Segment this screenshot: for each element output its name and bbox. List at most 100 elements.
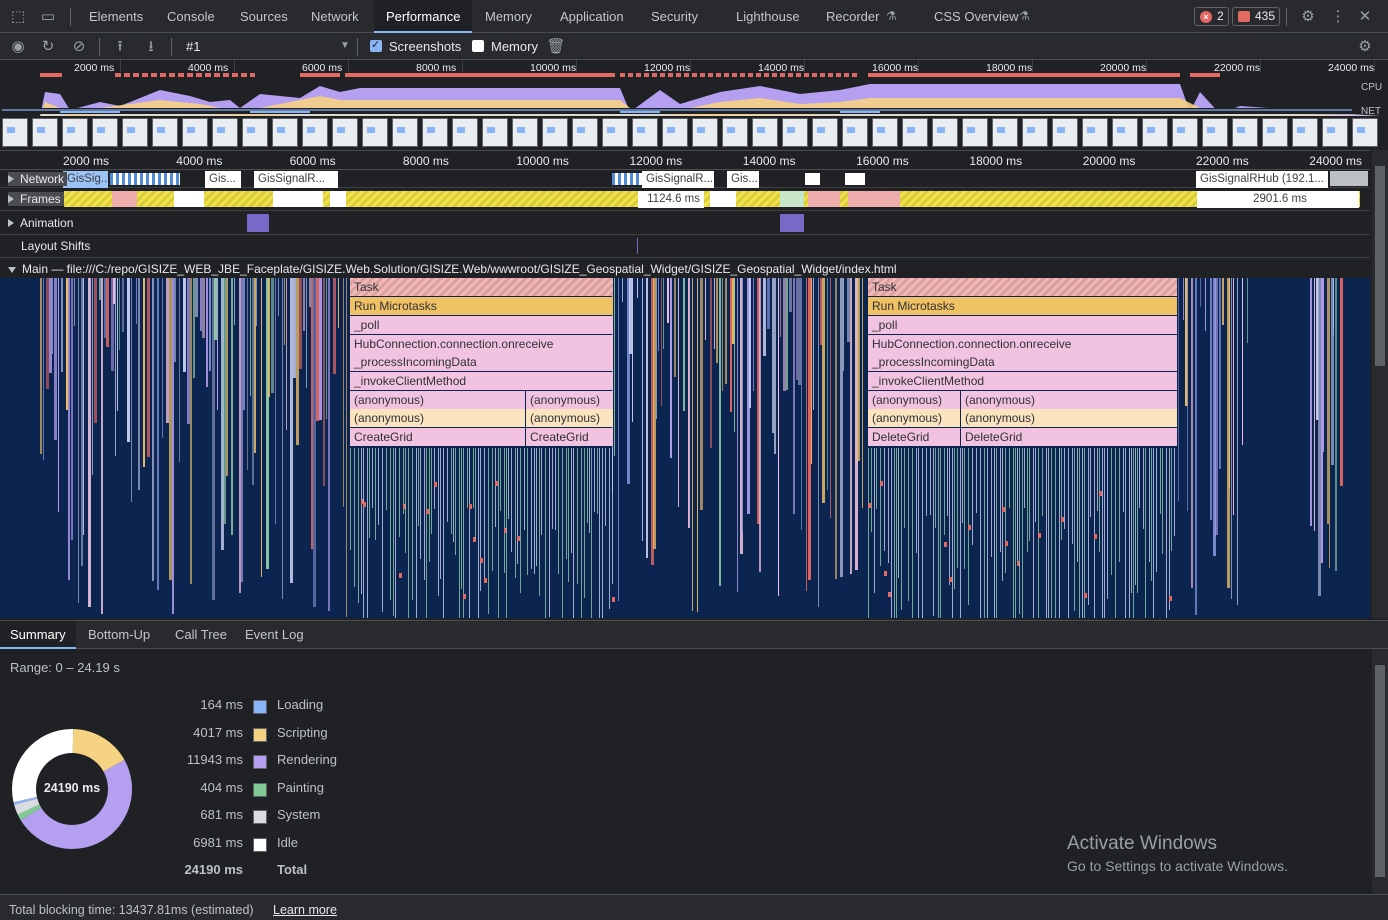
screenshot-thumbnail[interactable] (2, 118, 28, 147)
tab-css-overview[interactable]: CSS Overview (934, 0, 1019, 33)
tab-call-tree[interactable]: Call Tree (165, 621, 237, 649)
flame-anonymous[interactable]: (anonymous) (350, 391, 526, 409)
animation-block[interactable] (247, 214, 269, 232)
screenshot-thumbnail[interactable] (602, 118, 628, 147)
flame-poll[interactable]: _poll (350, 316, 614, 334)
animation-block[interactable] (780, 214, 804, 232)
network-track[interactable]: GisSig... Gis... GisSignalR... GisSignal… (0, 170, 1370, 188)
learn-more-link[interactable]: Learn more (273, 903, 337, 917)
screenshot-thumbnail[interactable] (182, 118, 208, 147)
flame-anonymous[interactable]: (anonymous) (526, 409, 614, 427)
flame-run-microtasks[interactable]: Run Microtasks (350, 297, 614, 315)
main-track-label[interactable]: Main — file:///C:/repo/GISIZE_WEB_JBE_Fa… (8, 262, 897, 276)
inspect-element-icon[interactable]: ⬚ (8, 7, 28, 27)
flame-poll[interactable]: _poll (868, 316, 1178, 334)
screenshot-thumbnail[interactable] (1232, 118, 1258, 147)
screenshot-thumbnail[interactable] (32, 118, 58, 147)
flame-anonymous[interactable]: (anonymous) (350, 409, 526, 427)
flame-anonymous[interactable]: (anonymous) (961, 409, 1178, 427)
error-count-badge[interactable]: × 2 (1194, 7, 1229, 26)
timeline-overview[interactable]: 2000 ms 4000 ms 6000 ms 8000 ms 10000 ms 1200… (0, 60, 1388, 148)
screenshot-thumbnail[interactable] (992, 118, 1018, 147)
close-icon[interactable]: ✕ (1355, 7, 1375, 27)
screenshot-thumbnail[interactable] (1022, 118, 1048, 147)
network-request-bar[interactable]: Gis... (205, 171, 241, 188)
screenshot-thumbnail[interactable] (512, 118, 538, 147)
flame-invoke-client-method[interactable]: _invokeClientMethod (350, 372, 614, 390)
screenshot-thumbnail[interactable] (212, 118, 238, 147)
flame-anonymous[interactable]: (anonymous) (526, 391, 614, 409)
main-thread-flame-chart[interactable]: Task Run Microtasks _poll HubConnection.… (0, 278, 1370, 618)
tracks-scrollbar[interactable] (1372, 150, 1388, 618)
network-request-bar[interactable]: GisSig... (63, 171, 108, 188)
memory-checkbox[interactable] (472, 40, 484, 52)
screenshot-thumbnail[interactable] (542, 118, 568, 147)
frame-duration[interactable]: 1124.6 ms (638, 191, 704, 208)
flame-hub-onreceive[interactable]: HubConnection.connection.onreceive (868, 335, 1178, 353)
flame-process-incoming-data[interactable]: _processIncomingData (868, 353, 1178, 371)
tab-bottom-up[interactable]: Bottom-Up (78, 621, 160, 649)
flame-task[interactable]: Task (350, 278, 614, 296)
screenshot-thumbnail[interactable] (872, 118, 898, 147)
clear-icon[interactable]: ⊘ (69, 37, 89, 57)
summary-scrollbar[interactable] (1372, 649, 1388, 894)
tab-event-log[interactable]: Event Log (235, 621, 314, 649)
screenshot-thumbnail[interactable] (1112, 118, 1138, 147)
screenshot-thumbnail[interactable] (1352, 118, 1378, 147)
tab-security[interactable]: Security (651, 0, 698, 33)
screenshot-thumbnail[interactable] (152, 118, 178, 147)
animation-track[interactable] (0, 210, 1370, 234)
flame-hub-onreceive[interactable]: HubConnection.connection.onreceive (350, 335, 614, 353)
screenshot-thumbnail[interactable] (842, 118, 868, 147)
screenshot-thumbnail[interactable] (962, 118, 988, 147)
tab-elements[interactable]: Elements (89, 0, 143, 33)
screenshot-thumbnail[interactable] (302, 118, 328, 147)
record-icon[interactable]: ◉ (8, 37, 28, 57)
screenshot-thumbnail[interactable] (932, 118, 958, 147)
flame-process-incoming-data[interactable]: _processIncomingData (350, 353, 614, 371)
screenshot-thumbnail[interactable] (1052, 118, 1078, 147)
tab-application[interactable]: Application (560, 0, 624, 33)
screenshot-thumbnail[interactable] (692, 118, 718, 147)
garbage-collect-icon[interactable]: 🗑 (546, 37, 566, 57)
flame-delete-grid[interactable]: DeleteGrid (961, 428, 1178, 446)
screenshot-thumbnail[interactable] (1262, 118, 1288, 147)
screenshot-thumbnail[interactable] (422, 118, 448, 147)
upload-profile-icon[interactable]: ⭱ (110, 37, 130, 57)
screenshot-thumbnail[interactable] (572, 118, 598, 147)
flame-anonymous[interactable]: (anonymous) (868, 409, 961, 427)
frames-track-label[interactable]: Frames (8, 192, 64, 206)
download-profile-icon[interactable]: ⭳ (141, 37, 161, 57)
flame-create-grid[interactable]: CreateGrid (526, 428, 614, 446)
screenshot-thumbnail[interactable] (362, 118, 388, 147)
network-request-bar[interactable]: Gis... (727, 171, 759, 188)
tab-summary[interactable]: Summary (0, 621, 76, 649)
screenshot-thumbnail[interactable] (122, 118, 148, 147)
tab-console[interactable]: Console (167, 0, 215, 33)
screenshot-thumbnail[interactable] (392, 118, 418, 147)
screenshot-thumbnail[interactable] (1322, 118, 1348, 147)
network-request-bar[interactable]: GisSignalR... (254, 171, 338, 188)
screenshot-thumbnail[interactable] (752, 118, 778, 147)
network-track-label[interactable]: Network (8, 172, 68, 186)
flame-task[interactable]: Task (868, 278, 1178, 296)
flame-invoke-client-method[interactable]: _invokeClientMethod (868, 372, 1178, 390)
screenshot-thumbnail[interactable] (632, 118, 658, 147)
screenshot-thumbnail[interactable] (1142, 118, 1168, 147)
reload-record-icon[interactable]: ↻ (38, 37, 58, 57)
flame-anonymous[interactable]: (anonymous) (868, 391, 961, 409)
network-request-bar[interactable]: GisSignalR... (642, 171, 714, 188)
tab-network[interactable]: Network (311, 0, 359, 33)
screenshot-thumbnail[interactable] (272, 118, 298, 147)
frame-duration[interactable]: 2901.6 ms (1197, 191, 1359, 208)
screenshot-thumbnail[interactable] (452, 118, 478, 147)
more-options-icon[interactable]: ⋮ (1328, 7, 1348, 27)
animation-track-label[interactable]: Animation (8, 216, 73, 230)
flame-run-microtasks[interactable]: Run Microtasks (868, 297, 1178, 315)
chevron-down-icon[interactable]: ▼ (340, 40, 350, 51)
tab-sources[interactable]: Sources (240, 0, 288, 33)
screenshot-thumbnail[interactable] (782, 118, 808, 147)
screenshot-thumbnail[interactable] (482, 118, 508, 147)
screenshot-thumbnail[interactable] (1292, 118, 1318, 147)
tab-performance[interactable]: Performance (374, 0, 473, 33)
